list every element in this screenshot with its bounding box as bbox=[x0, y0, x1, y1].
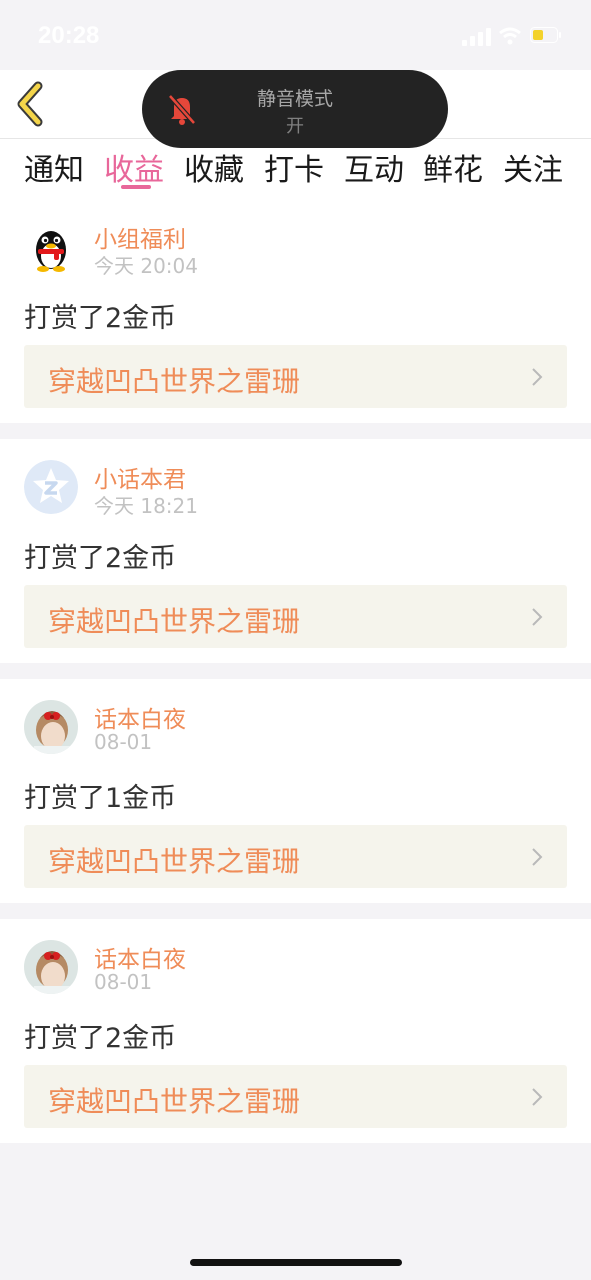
tab-notifications[interactable]: 通知 bbox=[24, 145, 84, 189]
user-photo bbox=[24, 700, 78, 754]
tab-favorites[interactable]: 收藏 bbox=[184, 145, 244, 189]
reward-text: 打赏了1金币 bbox=[24, 783, 177, 814]
username[interactable]: 话本白夜 bbox=[94, 700, 186, 734]
work-title: 穿越凹凸世界之雷珊 bbox=[48, 605, 301, 638]
chevron-right-icon bbox=[532, 608, 543, 626]
status-time: 20:28 bbox=[38, 22, 100, 49]
reward-text: 打赏了2金币 bbox=[24, 1023, 177, 1054]
list-item: 话本白夜 08-01 打赏了2金币 穿越凹凸世界之雷珊 bbox=[0, 919, 591, 1143]
username[interactable]: 小组福利 bbox=[94, 220, 186, 254]
qq-penguin-icon bbox=[24, 220, 78, 274]
chevron-right-icon bbox=[532, 368, 543, 386]
username[interactable]: 话本白夜 bbox=[94, 940, 186, 974]
battery-icon bbox=[530, 27, 561, 43]
work-title: 穿越凹凸世界之雷珊 bbox=[48, 1085, 301, 1118]
tab-following[interactable]: 关注 bbox=[503, 145, 563, 189]
chevron-right-icon bbox=[532, 1088, 543, 1106]
timestamp: 08-01 bbox=[94, 970, 153, 994]
reward-text: 打赏了2金币 bbox=[24, 543, 177, 574]
timestamp: 08-01 bbox=[94, 730, 153, 754]
back-button[interactable] bbox=[10, 80, 54, 128]
status-bar: 20:28 bbox=[0, 0, 591, 70]
timestamp: 今天 18:21 bbox=[94, 494, 198, 518]
work-link[interactable]: 穿越凹凸世界之雷珊 bbox=[24, 825, 567, 888]
tab-earnings[interactable]: 收益 bbox=[104, 145, 164, 189]
chevron-right-icon bbox=[532, 848, 543, 866]
huaben-logo-icon bbox=[24, 460, 78, 514]
list-item: 小组福利 今天 20:04 打赏了2金币 穿越凹凸世界之雷珊 bbox=[0, 199, 591, 423]
work-link[interactable]: 穿越凹凸世界之雷珊 bbox=[24, 345, 567, 408]
avatar[interactable] bbox=[24, 940, 78, 994]
signal-icon bbox=[462, 28, 491, 46]
tab-interactions[interactable]: 互动 bbox=[344, 145, 404, 189]
avatar[interactable] bbox=[24, 220, 78, 274]
active-tab-indicator bbox=[121, 185, 151, 189]
tab-flowers[interactable]: 鲜花 bbox=[423, 145, 483, 189]
wifi-icon bbox=[499, 27, 521, 45]
work-link[interactable]: 穿越凹凸世界之雷珊 bbox=[24, 585, 567, 648]
home-indicator[interactable] bbox=[190, 1259, 402, 1266]
work-title: 穿越凹凸世界之雷珊 bbox=[48, 365, 301, 398]
tab-checkin[interactable]: 打卡 bbox=[264, 145, 324, 189]
timestamp: 今天 20:04 bbox=[94, 254, 198, 278]
username[interactable]: 小话本君 bbox=[94, 460, 186, 494]
list-item: 小话本君 今天 18:21 打赏了2金币 穿越凹凸世界之雷珊 bbox=[0, 439, 591, 663]
toast-title: 静音模式 bbox=[256, 88, 333, 110]
work-link[interactable]: 穿越凹凸世界之雷珊 bbox=[24, 1065, 567, 1128]
toast-subtitle: 开 bbox=[286, 116, 304, 137]
work-title: 穿越凹凸世界之雷珊 bbox=[48, 845, 301, 878]
list-item: 话本白夜 08-01 打赏了1金币 穿越凹凸世界之雷珊 bbox=[0, 679, 591, 903]
avatar[interactable] bbox=[24, 460, 78, 514]
user-photo bbox=[24, 940, 78, 994]
silent-mode-toast: 静音模式 开 bbox=[142, 70, 448, 148]
avatar[interactable] bbox=[24, 700, 78, 754]
chevron-left-icon bbox=[17, 81, 43, 127]
tab-bar: 通知 收益 收藏 打卡 互动 鲜花 关注 bbox=[0, 139, 591, 199]
reward-text: 打赏了2金币 bbox=[24, 303, 177, 334]
